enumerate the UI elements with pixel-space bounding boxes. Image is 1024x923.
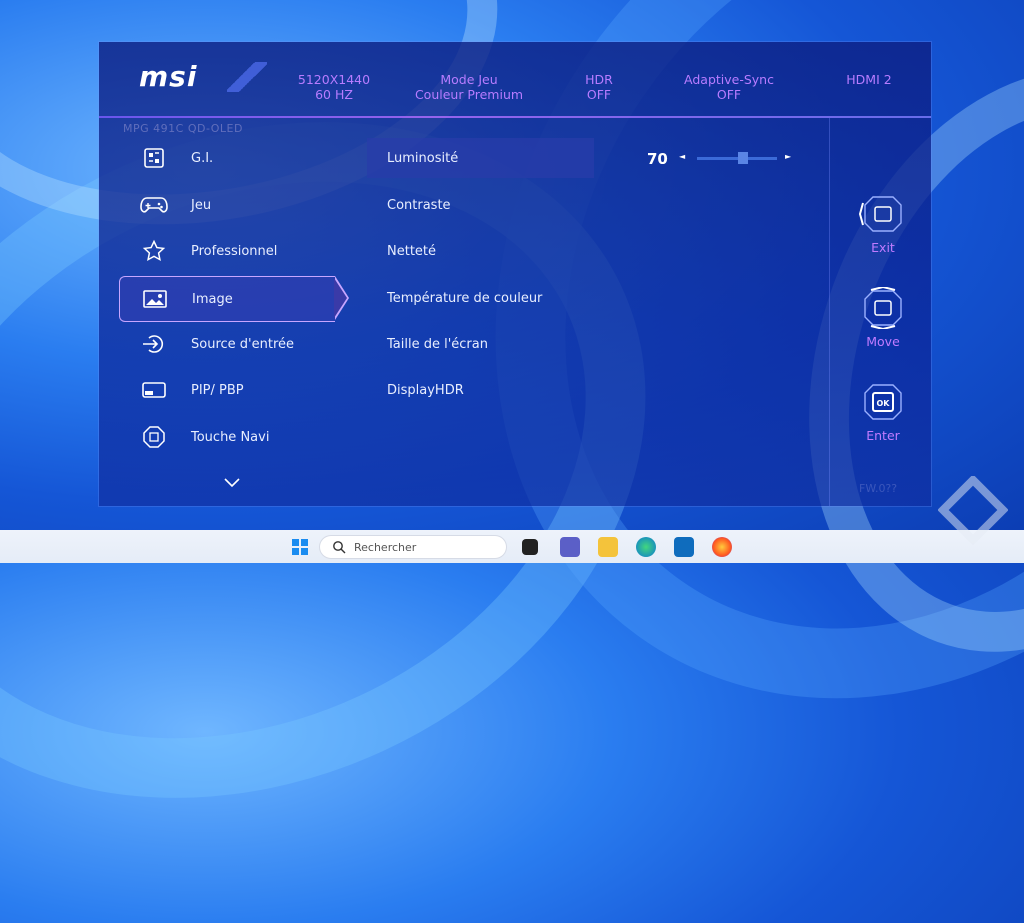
firmware-version: FW.0?? (859, 482, 898, 495)
menu-item-label: Image (192, 291, 233, 307)
status-adaptive-sync: Adaptive-Sync OFF (674, 72, 784, 102)
status-resolution: 5120X1440 60 HZ (289, 72, 379, 102)
osd-header: msi 5120X1440 60 HZ Mode Jeu Couleur Pre… (99, 42, 931, 118)
menu-item-label: PIP/ PBP (191, 382, 244, 398)
star-icon (139, 236, 169, 266)
status-input: HDMI 2 (829, 72, 909, 87)
status-line: HDR (585, 72, 613, 87)
menu-item-label: Professionnel (191, 243, 278, 259)
brightness-slider-track[interactable] (697, 157, 777, 160)
control-label: Enter (866, 428, 900, 443)
submenu-displayhdr[interactable]: DisplayHDR (367, 370, 594, 410)
header-divider (99, 116, 931, 118)
teams-icon[interactable] (560, 537, 580, 557)
status-line: Mode Jeu (440, 72, 498, 87)
submenu-temperature[interactable]: Température de couleur (367, 278, 594, 318)
menu-item-gi[interactable]: G.I. (119, 136, 334, 180)
control-label: Move (866, 334, 900, 349)
status-line: HDMI 2 (846, 72, 892, 87)
gamepad-icon (139, 190, 169, 220)
decrease-arrow-icon[interactable]: ◄ (679, 152, 685, 161)
status-mode: Mode Jeu Couleur Premium (404, 72, 534, 102)
menu-item-professionnel[interactable]: Professionnel (119, 229, 334, 273)
menu-item-image[interactable]: Image (119, 276, 349, 322)
taskbar: Rechercher (0, 530, 1024, 563)
status-line: 5120X1440 (297, 72, 371, 87)
submenu-label: Netteté (387, 243, 437, 259)
exit-control[interactable]: Exit (851, 192, 915, 255)
logo-decoration (227, 62, 267, 92)
task-view-icon[interactable] (522, 539, 538, 555)
file-explorer-icon[interactable] (598, 537, 618, 557)
gaming-intelligence-icon (139, 143, 169, 173)
active-pointer (333, 276, 349, 320)
submenu-label: Taille de l'écran (387, 336, 488, 352)
status-line: Adaptive-Sync (684, 72, 774, 87)
status-line: Couleur Premium (414, 87, 524, 102)
submenu-label: Luminosité (387, 150, 459, 166)
status-line: 60 HZ (315, 87, 353, 102)
menu-item-touche-navi[interactable]: Touche Navi (119, 415, 334, 459)
brightness-slider-knob[interactable] (738, 152, 749, 164)
enter-joystick-icon: OK (859, 380, 907, 424)
submenu-label: Température de couleur (387, 290, 543, 306)
submenu-luminosite[interactable]: Luminosité (367, 138, 594, 178)
image-icon (140, 284, 170, 314)
column-divider (829, 118, 830, 506)
enter-control[interactable]: OK Enter (851, 380, 915, 443)
control-label: Exit (871, 240, 895, 255)
menu-item-pip-pbp[interactable]: PIP/ PBP (119, 368, 334, 412)
submenu-contraste[interactable]: Contraste (367, 185, 594, 225)
menu-item-label: Jeu (191, 197, 212, 213)
move-control[interactable]: Move (851, 286, 915, 349)
monitor-osd-panel: msi 5120X1440 60 HZ Mode Jeu Couleur Pre… (99, 42, 931, 506)
windows-start-icon[interactable] (292, 539, 308, 555)
input-source-icon (139, 329, 169, 359)
menu-item-label: Touche Navi (191, 429, 270, 445)
menu-item-label: Source d'entrée (191, 336, 294, 352)
store-icon[interactable] (674, 537, 694, 557)
firefox-icon[interactable] (712, 537, 732, 557)
move-joystick-icon (859, 286, 907, 330)
brightness-value: 70 (647, 150, 668, 168)
scroll-down-icon[interactable] (224, 476, 240, 492)
menu-item-source[interactable]: Source d'entrée (119, 322, 334, 366)
pip-icon (139, 375, 169, 405)
menu-item-label: G.I. (191, 150, 214, 166)
msi-logo: msi (139, 60, 198, 93)
navi-key-icon (139, 422, 169, 452)
status-hdr: HDR OFF (569, 72, 629, 102)
search-placeholder: Rechercher (354, 540, 417, 554)
edge-icon[interactable] (636, 537, 656, 557)
menu-item-jeu[interactable]: Jeu (119, 183, 334, 227)
taskbar-search[interactable]: Rechercher (320, 536, 506, 558)
submenu-label: Contraste (387, 197, 451, 213)
model-name: MPG 491C QD-OLED (123, 122, 243, 135)
submenu-nettete[interactable]: Netteté (367, 231, 594, 271)
submenu-label: DisplayHDR (387, 382, 464, 398)
increase-arrow-icon[interactable]: ► (785, 152, 791, 161)
submenu-taille-ecran[interactable]: Taille de l'écran (367, 324, 594, 364)
status-line: OFF (716, 87, 742, 102)
watermark-logo (938, 476, 1008, 546)
svg-text:OK: OK (877, 399, 891, 408)
status-line: OFF (586, 87, 612, 102)
search-icon (333, 541, 346, 554)
exit-joystick-icon (859, 192, 907, 236)
